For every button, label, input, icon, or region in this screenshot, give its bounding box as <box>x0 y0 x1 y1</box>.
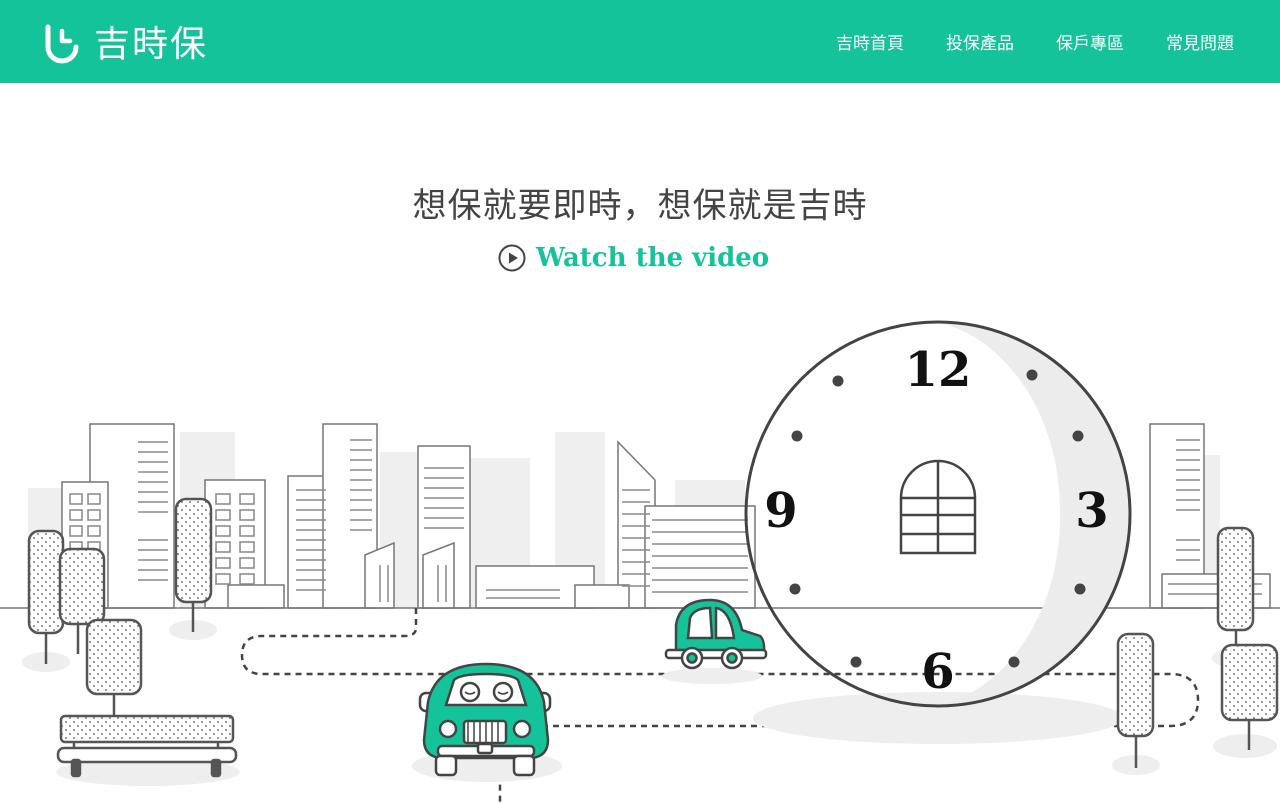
hero-headline: 想保就要即時，想保就是吉時 <box>412 186 868 226</box>
site-logo[interactable]: 吉時保 <box>40 16 208 66</box>
clock-number-6: 6 <box>921 644 954 700</box>
top-navigation-bar: 吉時保 吉時首頁 投保產品 保戶專區 常見問題 <box>0 0 1280 83</box>
city-illustration: 12 3 6 9 <box>0 320 1280 803</box>
watch-video-link[interactable]: Watch the video <box>498 240 769 276</box>
watch-video-label: Watch the video <box>536 243 770 273</box>
clock-number-12: 12 <box>905 342 972 398</box>
nav-item-faq[interactable]: 常見問題 <box>1166 29 1234 54</box>
clock-hook-icon <box>45 24 79 64</box>
play-circle-icon <box>498 244 526 272</box>
small-green-car <box>664 598 768 670</box>
clock-number-9: 9 <box>764 483 797 539</box>
logo-text: 吉時保 <box>94 24 209 65</box>
nav-item-home[interactable]: 吉時首頁 <box>836 29 904 54</box>
nav-item-products[interactable]: 投保產品 <box>946 29 1014 54</box>
clock-number-3: 3 <box>1075 483 1108 539</box>
big-green-car <box>418 662 552 777</box>
clock-illustration: 12 3 6 9 <box>744 320 1132 708</box>
nav-item-policyholder[interactable]: 保戶專區 <box>1056 29 1124 54</box>
arched-window <box>899 459 977 555</box>
main-nav: 吉時首頁 投保產品 保戶專區 常見問題 <box>836 0 1234 83</box>
